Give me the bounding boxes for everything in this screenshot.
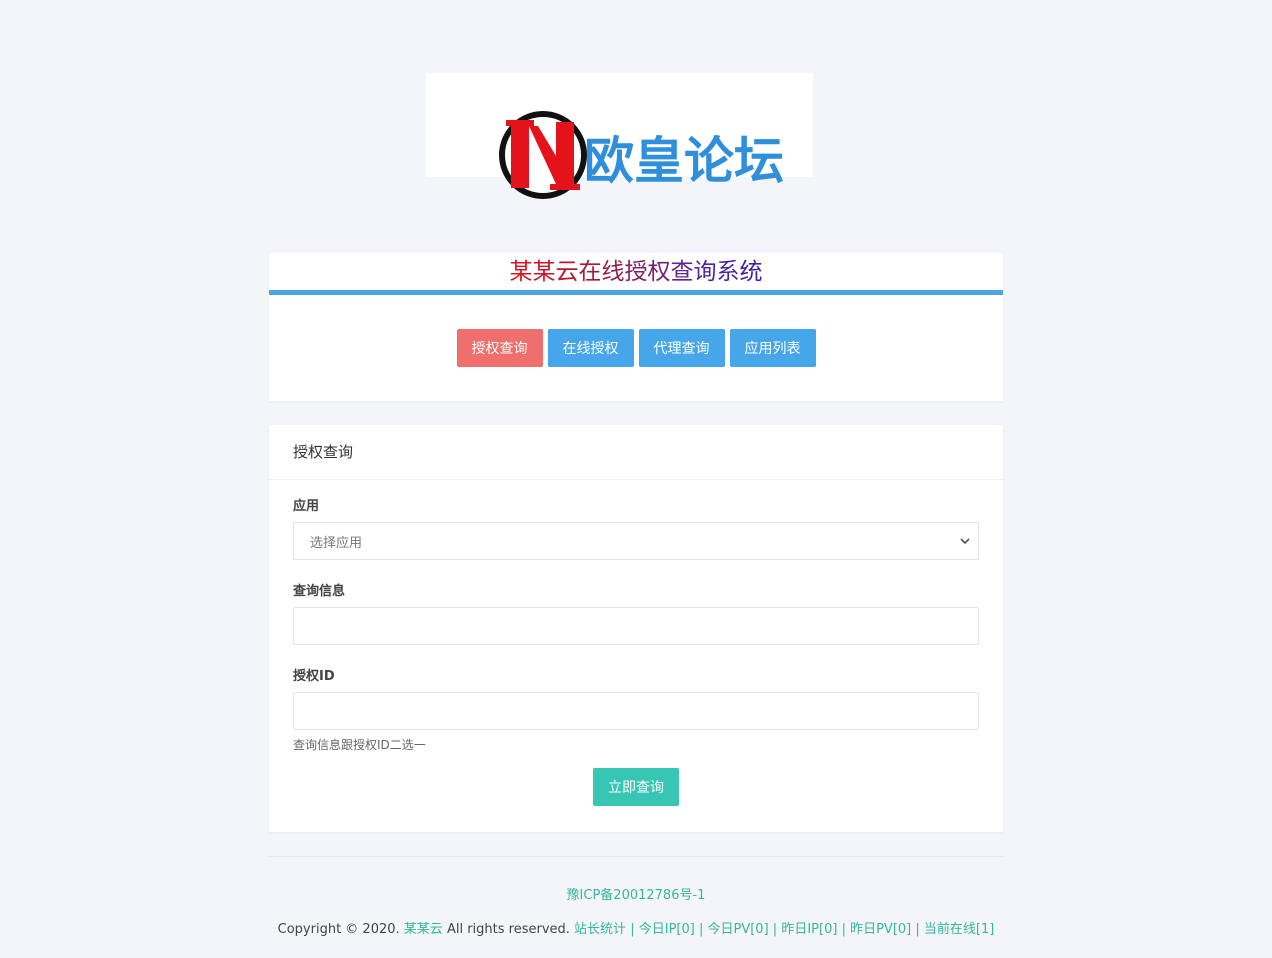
query-info-input[interactable] (293, 607, 979, 645)
query-form-card: 授权查询 应用 选择应用 查询信息 授权ID 查询信息跟授权ID二选一 立即查询 (269, 425, 1003, 832)
logo-text: 欧皇论坛 (584, 132, 784, 190)
app-select-value: 选择应用 (310, 535, 363, 551)
footer-bar: Copyright © 2020. 某某云 All rights reserve… (269, 918, 1003, 937)
auth-id-label: 授权ID (293, 669, 335, 684)
separator: | (915, 922, 920, 937)
online-stat: 当前在线[1] (923, 922, 995, 937)
rights-text: All rights reserved. (446, 922, 570, 937)
nav-online-auth-button[interactable]: 在线授权 (547, 329, 634, 367)
form-hint: 查询信息跟授权ID二选一 (293, 738, 426, 752)
site-name-link[interactable]: 某某云 (404, 922, 443, 937)
yesterday-pv-stat: 昨日PV[0] (850, 922, 912, 937)
today-pv-stat: 今日PV[0] (707, 922, 769, 937)
nav-app-list-button[interactable]: 应用列表 (729, 329, 816, 367)
site-logo: 欧皇论坛 (499, 111, 784, 199)
page-title: 某某云在线授权查询系统 (269, 253, 1003, 295)
nav-auth-query-button[interactable]: 授权查询 (456, 329, 543, 367)
nav-agent-query-button[interactable]: 代理查询 (638, 329, 725, 367)
stats-link[interactable]: 站长统计 (574, 922, 626, 937)
submit-query-button[interactable]: 立即查询 (593, 768, 679, 806)
separator: | (841, 922, 846, 937)
app-select[interactable]: 选择应用 (293, 522, 979, 560)
footer-divider (269, 856, 1003, 857)
separator: | (698, 922, 704, 937)
icp-link[interactable]: 豫ICP备20012786号-1 (269, 884, 1003, 903)
yesterday-ip-stat: 昨日IP[0] (781, 922, 838, 937)
app-label: 应用 (293, 499, 320, 514)
query-info-label: 查询信息 (293, 584, 346, 599)
header-card: 某某云在线授权查询系统 授权查询 在线授权 代理查询 应用列表 (269, 253, 1003, 401)
chevron-down-icon (960, 538, 970, 545)
today-ip-stat: 今日IP[0] (638, 922, 695, 937)
nav-bar: 授权查询 在线授权 代理查询 应用列表 (269, 329, 1003, 367)
copyright-prefix: Copyright © 2020. (277, 922, 400, 937)
separator: | (772, 922, 778, 937)
auth-id-input[interactable] (293, 692, 979, 730)
form-heading: 授权查询 (269, 425, 1003, 480)
separator: | (630, 922, 635, 937)
